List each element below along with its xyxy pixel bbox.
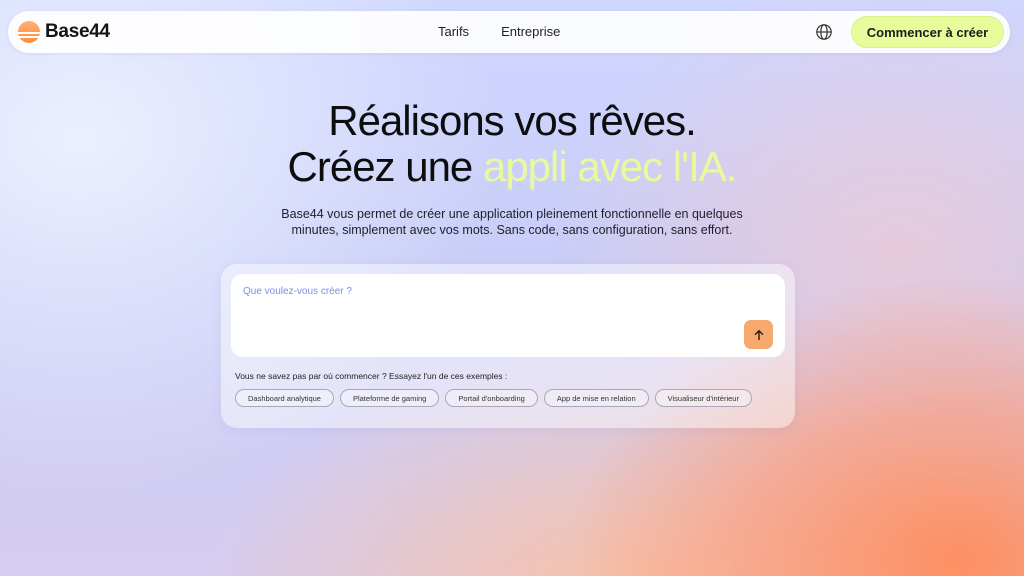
- hero-subtitle: Base44 vous permet de créer une applicat…: [281, 207, 743, 237]
- nav-links: Tarifs Entreprise: [438, 24, 560, 39]
- globe-icon[interactable]: [815, 23, 833, 41]
- example-chip-onboarding[interactable]: Portail d'onboarding: [445, 389, 538, 407]
- nav-link-tarifs[interactable]: Tarifs: [438, 24, 469, 39]
- example-chip-interior[interactable]: Visualiseur d'intérieur: [654, 389, 752, 407]
- start-creating-button[interactable]: Commencer à créer: [851, 16, 1004, 48]
- nav-link-entreprise[interactable]: Entreprise: [501, 24, 560, 39]
- example-chips: Dashboard analytique Plateforme de gamin…: [235, 389, 752, 407]
- prompt-input[interactable]: [243, 286, 733, 342]
- hero-title-highlight: appli avec l'IA.: [482, 143, 737, 190]
- example-chip-gaming[interactable]: Plateforme de gaming: [339, 389, 440, 407]
- prompt-box: [231, 274, 785, 357]
- example-chip-matchmaking[interactable]: App de mise en relation: [543, 389, 649, 407]
- logo-text: Base44: [45, 21, 110, 42]
- base44-logo-icon: [18, 21, 40, 43]
- hero-title-line1: Réalisons vos rêves.: [328, 97, 696, 144]
- send-button[interactable]: [744, 320, 773, 349]
- arrow-up-icon: [754, 329, 763, 340]
- hero-title-line2-prefix: Créez une: [287, 143, 483, 190]
- logo[interactable]: Base44: [18, 21, 110, 43]
- hero-title: Réalisons vos rêves. Créez une appli ave…: [0, 98, 1024, 190]
- example-chip-dashboard[interactable]: Dashboard analytique: [235, 389, 334, 407]
- examples-hint: Vous ne savez pas par où commencer ? Ess…: [235, 371, 508, 381]
- prompt-panel: Vous ne savez pas par où commencer ? Ess…: [221, 264, 795, 428]
- top-navbar: Base44 Tarifs Entreprise Commencer à cré…: [8, 11, 1010, 53]
